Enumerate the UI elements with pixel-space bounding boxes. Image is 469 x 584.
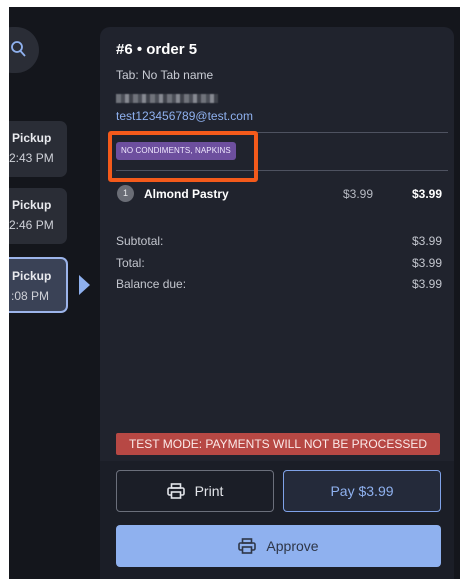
search-icon [11,41,26,57]
test-mode-banner: TEST MODE: PAYMENTS WILL NOT BE PROCESSE… [116,433,440,455]
tab-name: Tab: No Tab name [116,68,214,82]
item-unit-price: $3.99 [343,187,374,201]
selected-order-arrow-icon [79,275,90,295]
item-quantity-badge: 1 [117,185,134,202]
order-title: #6 • order 5 [116,41,198,58]
order-time-label: :08 PM [11,289,50,303]
subtotal-value: $3.99 [411,234,442,248]
total-label: Total: [116,256,145,270]
pay-button[interactable]: Pay $3.99 [283,470,441,512]
order-detail-panel: #6 • order 5 Tab: No Tab name test123456… [100,27,454,579]
item-name: Almond Pastry [144,187,229,201]
total-value: $3.99 [411,256,442,270]
order-tab-1[interactable]: Pickup 2:43 PM [9,121,67,177]
order-type-label: Pickup [12,131,52,145]
action-footer: Print Pay $3.99 Approve [100,461,454,579]
printer-icon [238,538,257,554]
approve-button[interactable]: Approve [116,525,441,567]
redacted-customer-name [116,94,218,103]
item-total-price: $3.99 [411,187,442,201]
balance-due-value: $3.99 [411,277,442,291]
print-label: Print [194,483,224,499]
printer-icon [166,483,185,499]
search-button[interactable] [9,27,39,73]
pos-screen: Pickup 2:43 PM Pickup 2:46 PM Pickup :08… [9,7,460,579]
print-button[interactable]: Print [116,470,274,512]
highlight-box [108,131,258,182]
subtotal-label: Subtotal: [116,234,164,248]
customer-email[interactable]: test123456789@test.com [116,109,253,123]
order-tab-3-selected[interactable]: Pickup :08 PM [9,257,68,313]
pay-label: Pay $3.99 [330,483,394,499]
order-type-label: Pickup [12,198,52,212]
order-tab-2[interactable]: Pickup 2:46 PM [9,188,67,244]
order-time-label: 2:46 PM [9,218,54,232]
order-time-label: 2:43 PM [9,151,54,165]
approve-label: Approve [266,538,319,554]
balance-due-label: Balance due: [116,277,187,291]
order-type-label: Pickup [12,269,52,283]
